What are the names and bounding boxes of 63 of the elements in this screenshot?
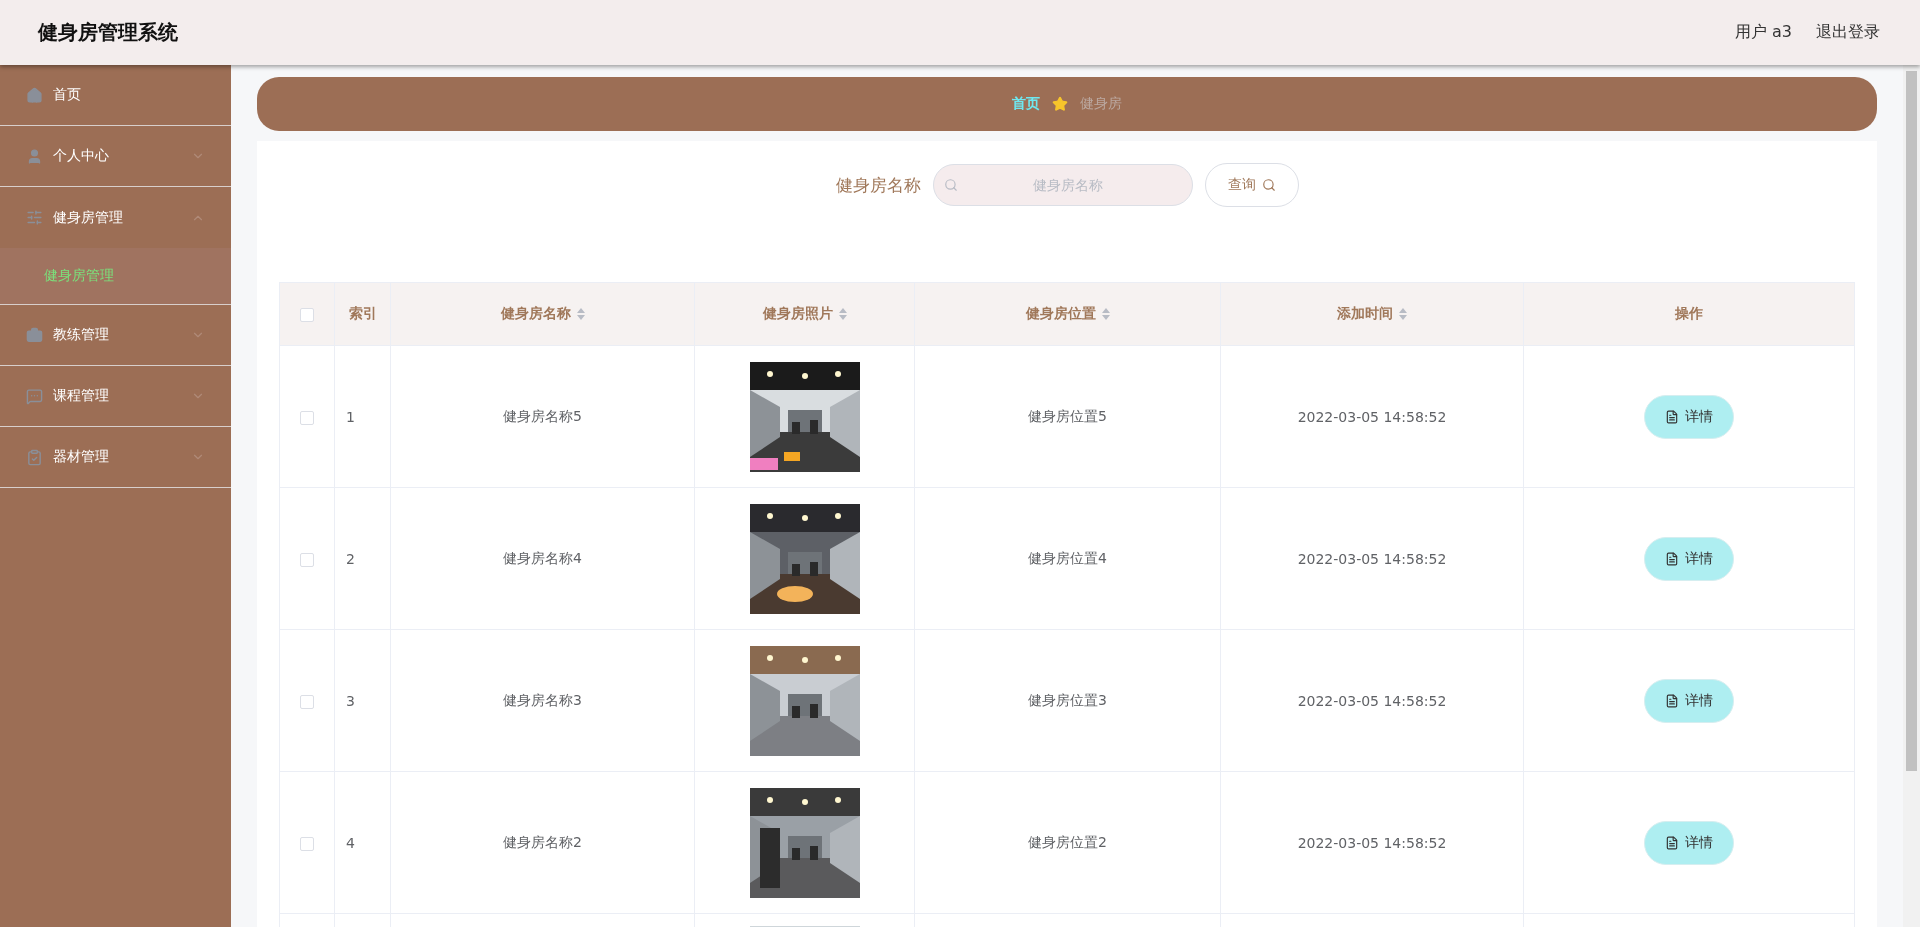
table-cell: 健身房名称2 (503, 833, 582, 850)
column-header: 操作 (1675, 305, 1703, 323)
sort-icon[interactable] (838, 308, 847, 320)
checkbox[interactable] (300, 552, 314, 567)
sliders-icon (26, 209, 43, 226)
table-cell: 2022-03-05 14:58:52 (1297, 834, 1447, 851)
column-header: 健身房位置 (1025, 305, 1096, 323)
query-button[interactable]: 查询 (1204, 163, 1299, 207)
document-icon (1665, 693, 1679, 708)
sidebar-item[interactable]: 首页 (0, 65, 231, 126)
detail-button[interactable]: 详情 (1644, 536, 1734, 581)
table-cell-text: 1 (345, 408, 356, 425)
column-header: 健身房名称 (500, 305, 571, 323)
user-name: 用户 a3 (1734, 22, 1792, 43)
home-icon (26, 86, 43, 104)
table-cell-text: 3 (345, 692, 356, 709)
table-cell-text: 2 (345, 550, 356, 567)
table-cell: 2022-03-05 14:58:52 (1297, 692, 1447, 709)
logout-link[interactable]: 退出登录 (1816, 22, 1880, 43)
checkbox[interactable] (300, 308, 314, 322)
sidebar-item[interactable]: 器材管理 (0, 427, 231, 488)
user-icon (26, 147, 43, 165)
column-header: 索引 (348, 305, 377, 323)
table-cell: 健身房名称4 (503, 549, 582, 566)
search-icon (943, 178, 958, 192)
sidebar-subitem[interactable]: 健身房管理 (0, 248, 231, 304)
search-label: 健身房名称 (835, 173, 921, 197)
column-header: 添加时间 (1337, 305, 1393, 323)
detail-button[interactable]: 详情 (1644, 394, 1734, 439)
breadcrumb-link[interactable]: 首页 (1012, 95, 1040, 113)
clipboard-icon (26, 448, 43, 466)
table-cell: 健身房位置5 (1028, 407, 1107, 424)
table-cell: 健身房名称5 (503, 407, 582, 424)
table-cell: 2022-03-05 14:58:52 (1297, 408, 1447, 425)
detail-button[interactable]: 详情 (1644, 678, 1734, 723)
app-title: 健身房管理系统 (38, 19, 178, 46)
table-cell: 健身房位置2 (1028, 833, 1107, 850)
sidebar-item[interactable]: 个人中心 (0, 126, 231, 187)
sort-icon[interactable] (576, 308, 585, 320)
chat-icon (26, 387, 43, 405)
search-field[interactable]: 健身房名称 (932, 164, 1193, 206)
scrollbar[interactable] (1903, 65, 1920, 927)
detail-button[interactable]: 详情 (1644, 820, 1734, 865)
table-cell: 健身房位置4 (1028, 549, 1107, 566)
sidebar-item[interactable]: 课程管理 (0, 366, 231, 427)
sidebar-item[interactable]: 健身房管理 (0, 187, 231, 248)
sort-icon[interactable] (1399, 308, 1407, 320)
column-header: 健身房照片 (762, 305, 833, 323)
checkbox[interactable] (300, 410, 314, 425)
sidebar-item[interactable]: 教练管理 (0, 305, 231, 366)
table-cell: 健身房名称3 (503, 691, 582, 708)
table-cell-text: 4 (345, 834, 356, 851)
table-cell: 健身房位置3 (1028, 691, 1107, 708)
document-icon (1665, 409, 1679, 424)
star-icon (1052, 96, 1068, 112)
document-icon (1665, 835, 1679, 850)
search-icon (1261, 178, 1276, 192)
briefcase-icon (26, 326, 43, 344)
checkbox[interactable] (300, 694, 314, 709)
table-cell: 2022-03-05 14:58:52 (1297, 550, 1447, 567)
checkbox[interactable] (300, 836, 314, 851)
document-icon (1665, 551, 1679, 566)
sort-icon[interactable] (1101, 308, 1110, 320)
